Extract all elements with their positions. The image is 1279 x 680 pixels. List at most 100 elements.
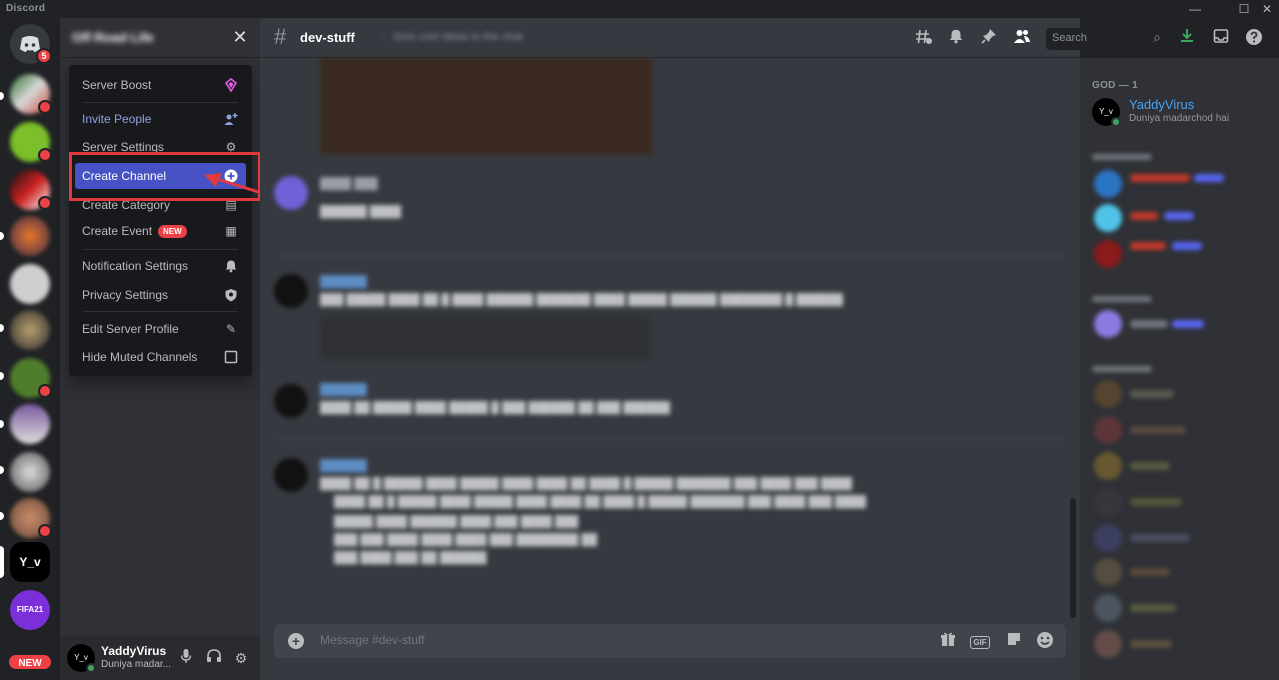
menu-item-label: Privacy Settings: [82, 288, 169, 302]
user-settings-gear-icon[interactable]: ⚙: [231, 648, 251, 668]
pin-icon[interactable]: [978, 28, 1000, 50]
thread-card: [320, 316, 650, 360]
member-avatar[interactable]: [1094, 170, 1122, 198]
server-icon[interactable]: [10, 452, 50, 492]
create-event-text: Create Event: [82, 224, 153, 238]
maximize-button[interactable]: ☐: [1232, 1, 1256, 17]
member-name[interactable]: [1130, 174, 1190, 182]
member-avatar[interactable]: [1094, 630, 1122, 658]
yaddyvirus-server-icon[interactable]: Y_v: [10, 542, 50, 582]
chat-area: # dev-stuff Give cool ideas to the chat …: [260, 18, 1262, 680]
member-avatar[interactable]: [1094, 416, 1122, 444]
member-avatar[interactable]: [1094, 524, 1122, 552]
gif-label: GIF: [970, 636, 990, 649]
member-name[interactable]: YaddyVirus: [1129, 97, 1194, 112]
new-badge[interactable]: NEW: [7, 653, 53, 671]
new-tag: NEW: [158, 225, 187, 238]
menu-item-label: Hide Muted Channels: [82, 350, 198, 364]
menu-separator: [83, 249, 238, 250]
message-avatar: [274, 458, 308, 492]
unread-indicator: [0, 372, 4, 380]
minimize-button[interactable]: —: [1183, 1, 1207, 17]
chat-header: # dev-stuff Give cool ideas to the chat …: [260, 18, 1262, 58]
emoji-icon[interactable]: [1035, 631, 1055, 651]
member-avatar[interactable]: [1094, 558, 1122, 586]
message-text: ██████ ████: [320, 206, 401, 218]
member-list: GOD — 1 Y_v YaddyVirus Duniya madarchod …: [1080, 58, 1279, 680]
server-icon[interactable]: [10, 404, 50, 444]
member-name[interactable]: [1130, 242, 1166, 250]
member-avatar[interactable]: [1094, 488, 1122, 516]
member-name[interactable]: [1130, 390, 1174, 398]
sticker-icon[interactable]: [1004, 631, 1024, 651]
message-composer[interactable]: + Message #dev-stuff GIF: [274, 624, 1066, 658]
blurred-members: [1080, 138, 1279, 678]
notification-bell-icon[interactable]: [945, 28, 967, 50]
pencil-icon: ✎: [225, 322, 237, 336]
shield-icon: [224, 288, 238, 302]
member-name[interactable]: [1130, 640, 1172, 648]
message-text: ███ ███ ████ ████ ████ ███ ████████ ██: [334, 534, 597, 546]
member-name[interactable]: [1130, 498, 1182, 506]
channel-name: dev-stuff: [300, 30, 355, 45]
close-icon[interactable]: ✕: [230, 26, 250, 48]
member-name[interactable]: [1130, 462, 1170, 470]
discord-app: Discord — ☐ ✕ 5 Y_v FIFA21 NEW Off Road …: [0, 0, 1279, 680]
server-icon[interactable]: [10, 310, 50, 350]
server-icon[interactable]: [10, 264, 50, 304]
server-icon[interactable]: [10, 216, 50, 256]
help-icon[interactable]: [1243, 28, 1265, 50]
member-avatar[interactable]: [1094, 310, 1122, 338]
server-name: Off Road Life: [72, 30, 154, 45]
home-mention-badge: 5: [36, 48, 52, 64]
headphones-icon[interactable]: [204, 648, 224, 668]
member-list-icon[interactable]: [1011, 28, 1033, 50]
member-name[interactable]: [1130, 534, 1190, 542]
member-avatar[interactable]: [1094, 380, 1122, 408]
threads-icon[interactable]: [913, 28, 935, 50]
member-avatar[interactable]: [1094, 240, 1122, 268]
upload-plus-icon[interactable]: +: [288, 633, 304, 649]
fifa21-server-icon[interactable]: FIFA21: [10, 590, 50, 630]
message-input[interactable]: Message #dev-stuff: [320, 633, 425, 647]
inbox-icon[interactable]: [1210, 28, 1232, 50]
search-placeholder: Search: [1052, 32, 1087, 44]
search-input[interactable]: Search ⌕: [1046, 28, 1166, 50]
menu-item-edit-server-profile[interactable]: Edit Server Profile ✎: [75, 316, 246, 342]
chat-scrollbar[interactable]: [1070, 498, 1076, 618]
message-author: ████ ███: [320, 178, 378, 190]
member-name[interactable]: [1130, 604, 1176, 612]
custom-status: Duniya madar...: [101, 659, 172, 670]
server-header[interactable]: Off Road Life ✕: [60, 18, 260, 58]
download-icon[interactable]: [1176, 28, 1198, 50]
close-window-button[interactable]: ✕: [1255, 1, 1279, 17]
menu-item-server-boost[interactable]: Server Boost: [75, 72, 246, 98]
member-name[interactable]: [1130, 426, 1186, 434]
menu-item-label: Edit Server Profile: [82, 322, 179, 336]
channel-topic[interactable]: Give cool ideas to the chat: [384, 31, 523, 43]
role-header: GOD — 1: [1092, 80, 1138, 91]
gift-icon[interactable]: [938, 631, 958, 651]
gif-icon[interactable]: GIF: [970, 631, 990, 651]
member-name[interactable]: [1130, 212, 1158, 220]
member-avatar[interactable]: [1094, 452, 1122, 480]
menu-item-invite-people[interactable]: Invite People: [75, 106, 246, 132]
mention-badge: [38, 100, 52, 114]
microphone-icon[interactable]: [176, 648, 196, 668]
window-title: Discord: [6, 3, 46, 14]
menu-item-privacy-settings[interactable]: Privacy Settings: [75, 282, 246, 308]
menu-item-hide-muted-channels[interactable]: Hide Muted Channels: [75, 344, 246, 370]
unread-indicator: [0, 420, 4, 428]
date-divider: [276, 256, 1066, 257]
member-name[interactable]: [1130, 320, 1168, 328]
selected-indicator: [0, 546, 4, 578]
member-status: Duniya madarchod hai: [1129, 113, 1230, 124]
mention-badge: [38, 196, 52, 210]
role-header: [1092, 366, 1152, 372]
menu-item-label: Invite People: [82, 112, 152, 126]
member-avatar[interactable]: [1094, 594, 1122, 622]
member-name[interactable]: [1130, 568, 1170, 576]
member-avatar[interactable]: [1094, 204, 1122, 232]
username[interactable]: YaddyVirus: [101, 644, 166, 658]
menu-item-notification-settings[interactable]: Notification Settings: [75, 253, 246, 279]
